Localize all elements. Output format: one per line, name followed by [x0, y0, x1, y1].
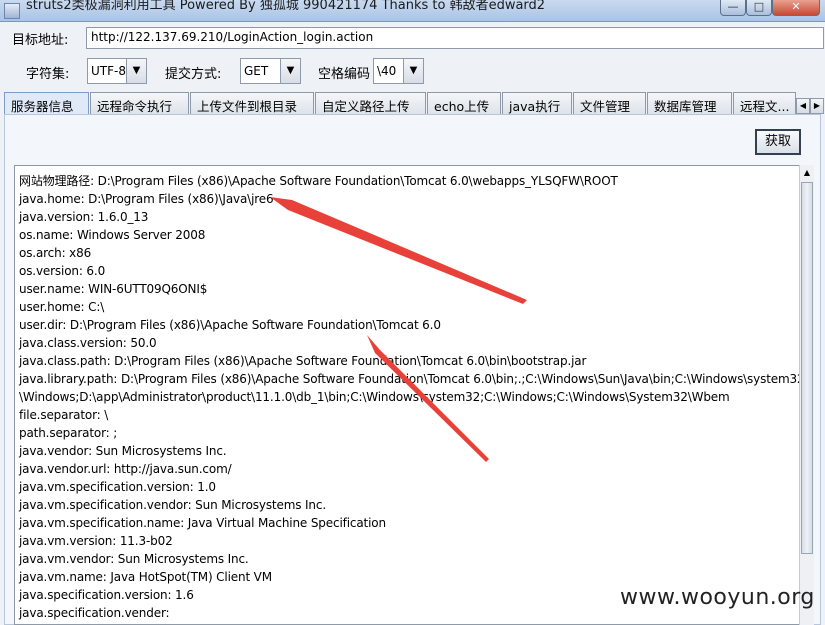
minimize-icon[interactable]: —: [720, 0, 746, 16]
method-label: 提交方式:: [165, 67, 222, 82]
output-line: os.arch: x86: [19, 246, 92, 260]
output-line: java.vm.version: 11.3-b02: [19, 534, 173, 548]
chevron-down-icon[interactable]: ▼: [280, 59, 300, 83]
space-encoding-select[interactable]: \40 ▼: [373, 58, 424, 84]
output-line: user.home: C:\: [19, 300, 105, 314]
output-line: user.name: WIN-6UTT09Q6ONI$: [19, 282, 208, 296]
scroll-up-icon[interactable]: ▲: [800, 165, 814, 181]
space-encoding-value: \40: [377, 64, 397, 78]
window-title: struts2类极漏洞利用工具 Powered By 独孤城 990421174…: [26, 0, 546, 13]
output-line: java.vm.specification.vendor: Sun Micros…: [19, 498, 326, 512]
tab-bar: 服务器信息 远程命令执行 上传文件到根目录 自定义路径上传 echo上传 jav…: [4, 92, 796, 114]
close-icon[interactable]: ✕: [772, 0, 820, 16]
tab-file-manager[interactable]: 文件管理: [573, 92, 646, 114]
output-line: java.vendor: Sun Microsystems Inc.: [19, 444, 227, 458]
method-select[interactable]: GET ▼: [240, 58, 301, 84]
output-lines: 网站物理路径: D:\Program Files (x86)\Apache So…: [19, 172, 814, 622]
output-line: 网站物理路径: D:\Program Files (x86)\Apache So…: [19, 174, 618, 188]
tab-database-manager[interactable]: 数据库管理: [647, 92, 732, 114]
fetch-button[interactable]: 获取: [755, 129, 801, 155]
scrollbar-thumb[interactable]: [801, 182, 813, 554]
url-input[interactable]: http://122.137.69.210/LoginAction_login.…: [86, 27, 824, 49]
tab-remote-command[interactable]: 远程命令执行: [90, 92, 189, 114]
output-line: user.dir: D:\Program Files (x86)\Apache …: [19, 318, 441, 332]
output-line: file.separator: \: [19, 408, 109, 422]
tab-java-exec[interactable]: java执行: [502, 92, 572, 114]
output-line: java.vm.vendor: Sun Microsystems Inc.: [19, 552, 249, 566]
tab-custom-upload[interactable]: 自定义路径上传: [315, 92, 426, 114]
watermark: www.wooyun.org: [620, 585, 815, 610]
scroll-left-icon[interactable]: ◀: [796, 98, 810, 114]
url-label: 目标地址:: [12, 33, 69, 48]
output-line: os.version: 6.0: [19, 264, 106, 278]
space-encoding-label: 空格编码: [318, 67, 371, 82]
output-line: path.separator: ;: [19, 426, 118, 440]
chevron-down-icon[interactable]: ▼: [126, 59, 146, 83]
output-textarea[interactable]: 网站物理路径: D:\Program Files (x86)\Apache So…: [14, 165, 814, 625]
output-line: os.name: Windows Server 2008: [19, 228, 206, 242]
output-line: java.vm.specification.name: Java Virtual…: [19, 516, 386, 530]
output-line: java.vm.name: Java HotSpot(TM) Client VM: [19, 570, 272, 584]
scroll-right-icon[interactable]: ▶: [810, 98, 824, 114]
output-line: java.home: D:\Program Files (x86)\Java\j…: [19, 192, 274, 206]
tab-upload-root[interactable]: 上传文件到根目录: [190, 92, 314, 114]
title-bar: struts2类极漏洞利用工具 Powered By 独孤城 990421174…: [0, 0, 825, 22]
output-line: java.vendor.url: http://java.sun.com/: [19, 462, 232, 476]
chevron-down-icon[interactable]: ▼: [403, 59, 423, 83]
maximize-icon[interactable]: □: [746, 0, 772, 16]
tab-server-info[interactable]: 服务器信息: [4, 92, 89, 114]
charset-select[interactable]: UTF-8 ▼: [87, 58, 147, 84]
output-line: java.class.path: D:\Program Files (x86)\…: [19, 354, 587, 368]
method-value: GET: [244, 64, 269, 78]
app-icon: [4, 3, 20, 19]
tab-remote-file[interactable]: 远程文...: [733, 92, 796, 114]
charset-label: 字符集:: [26, 67, 70, 82]
output-line: \Windows;D:\app\Administrator\product\11…: [19, 390, 730, 404]
tab-echo-upload[interactable]: echo上传: [427, 92, 501, 114]
output-line: java.vm.specification.version: 1.0: [19, 480, 216, 494]
output-line: java.version: 1.6.0_13: [19, 210, 149, 224]
charset-value: UTF-8: [91, 64, 126, 78]
output-line: java.library.path: D:\Program Files (x86…: [19, 372, 814, 386]
output-line: java.class.version: 50.0: [19, 336, 157, 350]
vertical-scrollbar[interactable]: ▲: [799, 165, 814, 625]
